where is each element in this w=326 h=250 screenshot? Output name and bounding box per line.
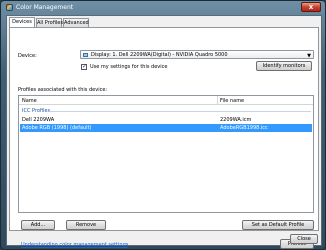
- color-management-window: Color Management x Devices All Profiles …: [0, 0, 326, 250]
- chevron-down-icon: ▼: [307, 53, 311, 59]
- device-dropdown-value: Display: 1. Dell 2209WA(Digital) - NVIDI…: [91, 52, 228, 58]
- monitor-icon: [83, 53, 88, 57]
- set-default-profile-button[interactable]: Set as Default Profile: [242, 220, 314, 230]
- profile-file: 2209WA.icm: [220, 117, 252, 123]
- column-header-name[interactable]: Name: [22, 98, 37, 104]
- color-management-icon: [6, 4, 13, 11]
- identify-monitors-button[interactable]: Identify monitors: [256, 61, 312, 71]
- use-my-settings-label: Use my settings for this device: [90, 64, 168, 70]
- tab-all-profiles[interactable]: All Profiles: [36, 18, 63, 27]
- tab-advanced[interactable]: Advanced: [63, 18, 89, 27]
- window-title: Color Management: [16, 4, 74, 11]
- group-header-icc: ICC Profiles: [22, 108, 51, 114]
- device-dropdown[interactable]: Display: 1. Dell 2209WA(Digital) - NVIDI…: [80, 50, 314, 59]
- column-divider[interactable]: [217, 96, 218, 105]
- profile-name: Dell 2209WA: [22, 117, 55, 123]
- use-my-settings-checkbox[interactable]: [81, 63, 87, 70]
- add-profile-button[interactable]: Add...: [21, 220, 55, 230]
- device-label: Device:: [18, 53, 37, 59]
- profile-file: AdobeRGB1998.icc: [220, 125, 268, 131]
- list-item-selected[interactable]: Adobe RGB (1998) (default) AdobeRGB1998.…: [20, 124, 312, 132]
- devices-panel: Device: Display: 1. Dell 2209WA(Digital)…: [9, 27, 319, 249]
- close-button[interactable]: Close: [290, 234, 318, 244]
- understanding-color-management-link[interactable]: Understanding color management settings: [21, 242, 128, 248]
- profile-name: Adobe RGB (1998) (default): [22, 125, 92, 131]
- title-bar: Color Management x: [1, 1, 325, 14]
- profiles-heading: Profiles associated with this device:: [18, 87, 108, 93]
- profiles-list[interactable]: Name File name ICC Profiles Dell 2209WA …: [18, 95, 314, 213]
- window-close-button[interactable]: x: [301, 2, 321, 12]
- tab-devices[interactable]: Devices: [9, 17, 35, 27]
- column-header-file[interactable]: File name: [220, 98, 244, 104]
- list-header: Name File name: [19, 96, 313, 105]
- remove-profile-button[interactable]: Remove: [66, 220, 106, 230]
- group-divider: [49, 111, 311, 112]
- dialog-client-area: Devices All Profiles Advanced Device: Di…: [6, 15, 322, 249]
- list-item[interactable]: Dell 2209WA 2209WA.icm: [20, 116, 312, 124]
